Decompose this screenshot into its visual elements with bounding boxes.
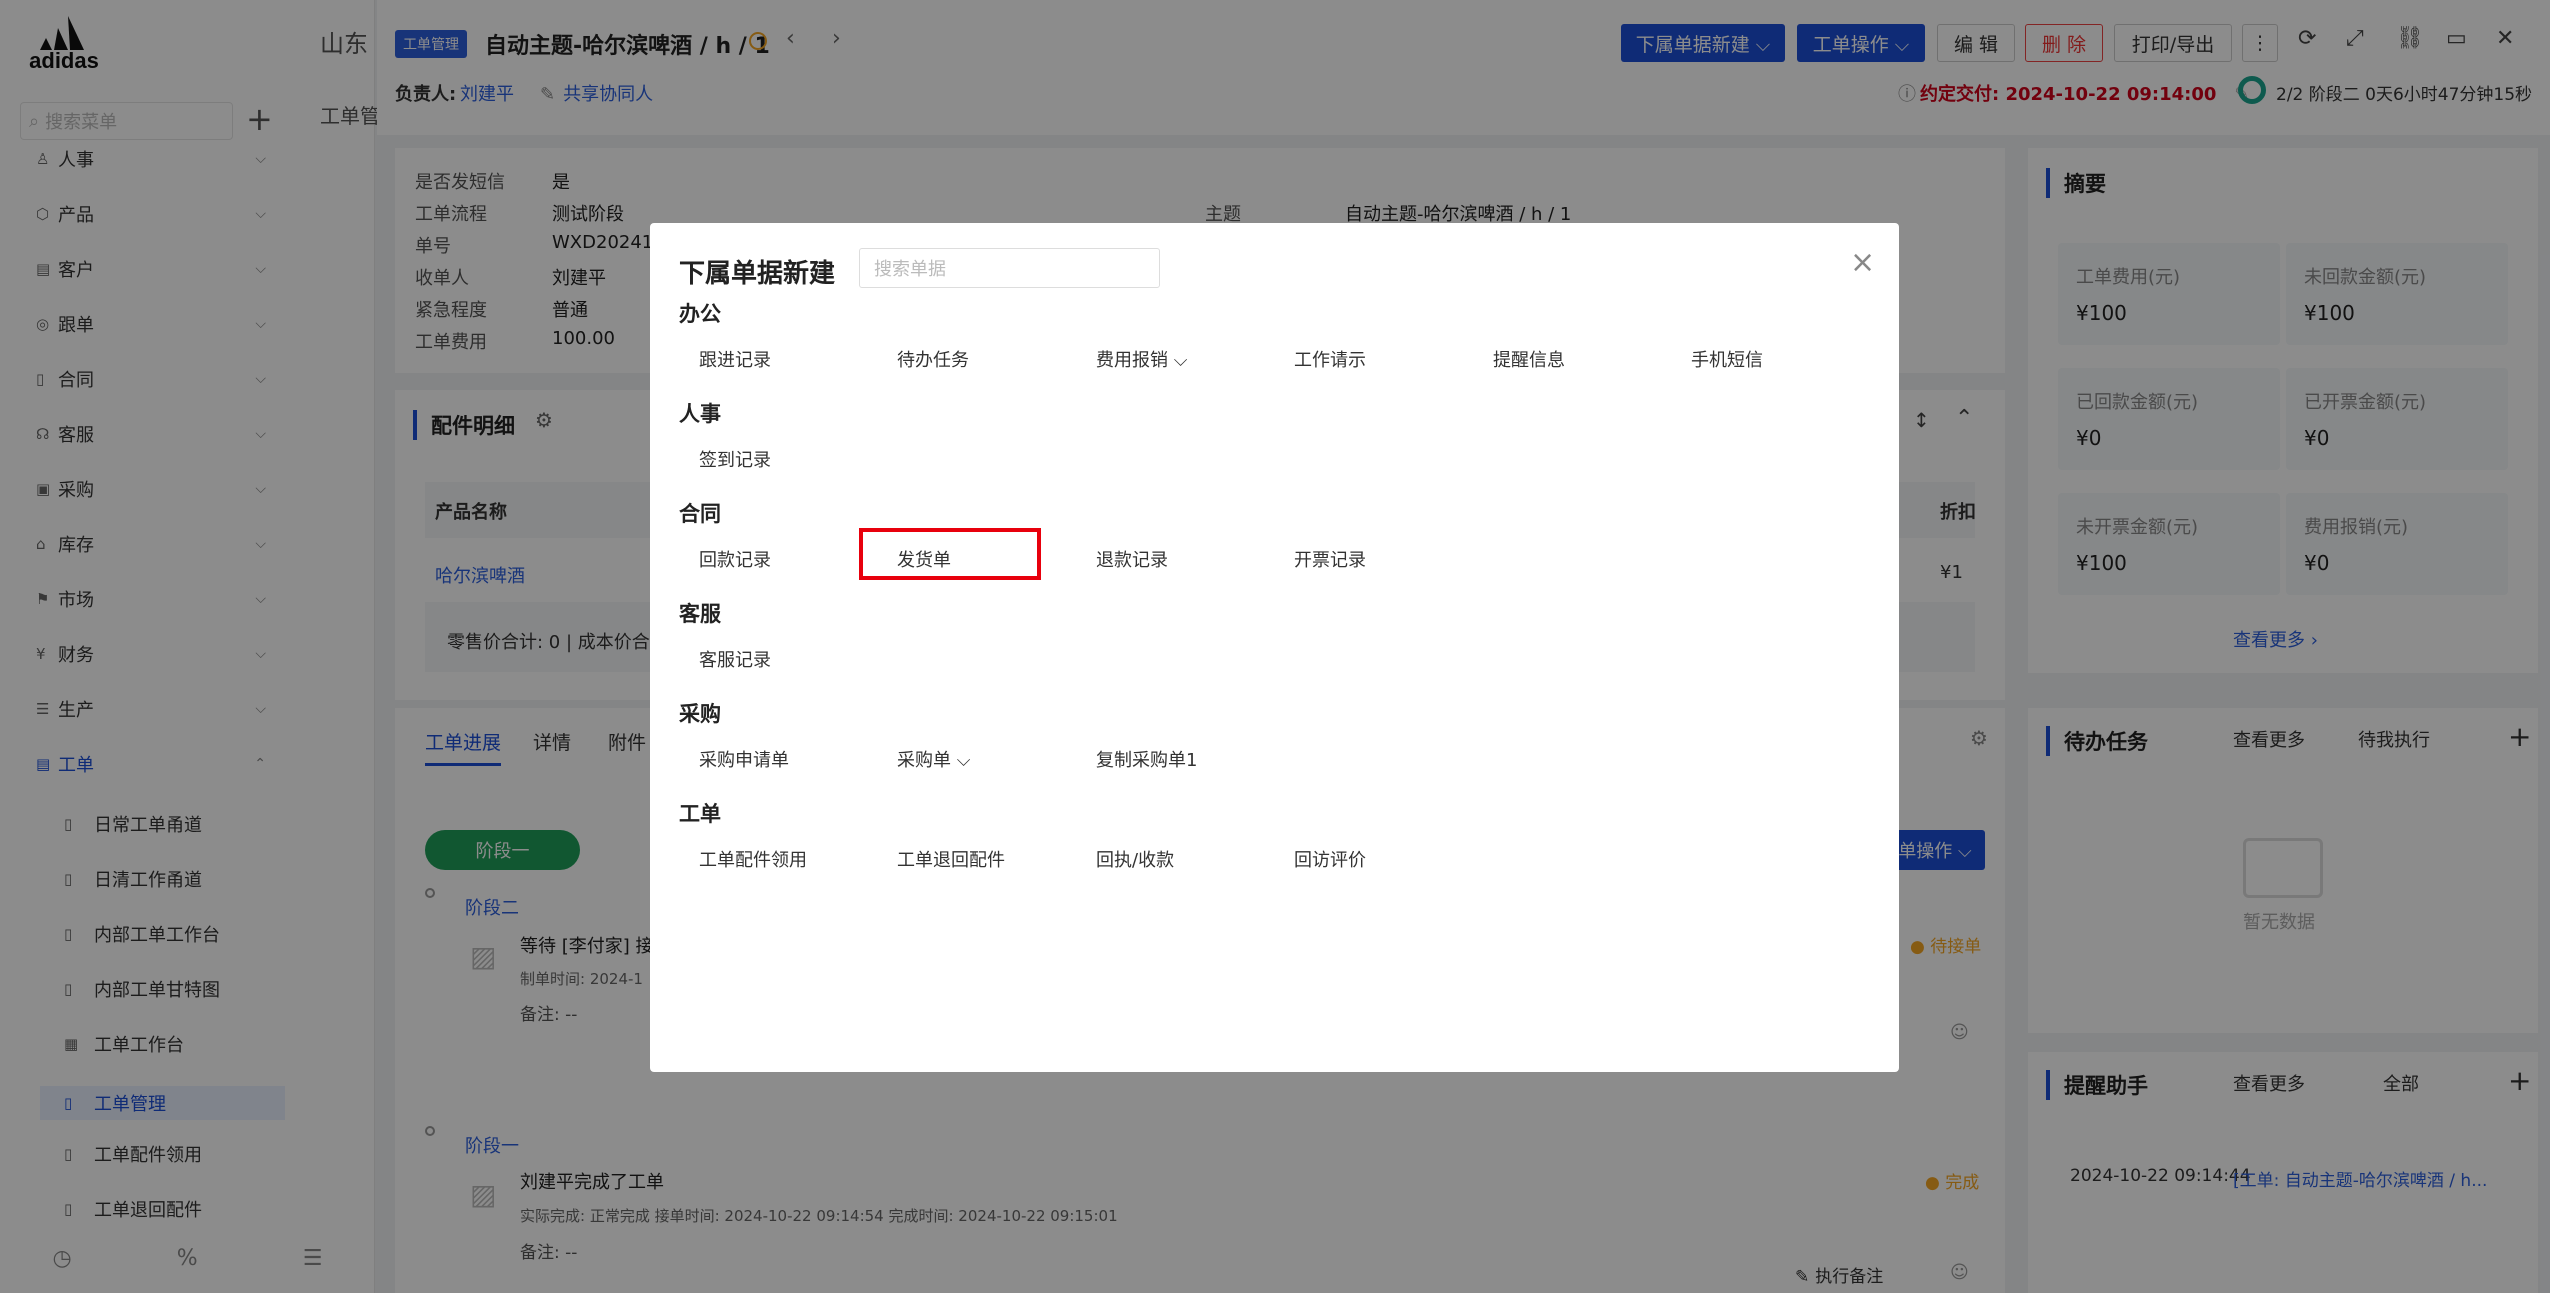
menu-item-invoice-record[interactable]: 开票记录 — [1294, 546, 1366, 572]
menu-item-work-request[interactable]: 工作请示 — [1294, 346, 1366, 372]
menu-item-expense[interactable]: 费用报销 ⌵ — [1096, 346, 1187, 372]
menu-item-receipt[interactable]: 回执/收款 — [1096, 846, 1174, 872]
menu-item-refund-record[interactable]: 退款记录 — [1096, 546, 1168, 572]
menu-item-sms[interactable]: 手机短信 — [1691, 346, 1763, 372]
group-ticket: 工单 — [679, 802, 721, 826]
menu-item-payment-record[interactable]: 回款记录 — [699, 546, 771, 572]
menu-item-checkin[interactable]: 签到记录 — [699, 446, 771, 472]
group-office: 办公 — [679, 302, 721, 326]
document-search-input[interactable]: 搜索单据 — [859, 248, 1160, 288]
dialog-title: 下属单据新建 — [679, 259, 836, 289]
menu-item-return-visit[interactable]: 回访评价 — [1294, 846, 1366, 872]
highlight-box — [859, 528, 1041, 580]
sub-document-new-dialog: 下属单据新建 搜索单据 × 办公 跟进记录 待办任务 费用报销 ⌵ 工作请示 提… — [650, 223, 1899, 1072]
menu-item-parts-return[interactable]: 工单退回配件 — [897, 846, 1005, 872]
group-hr: 人事 — [679, 402, 721, 426]
close-icon[interactable]: × — [1850, 245, 1875, 280]
menu-item-follow-record[interactable]: 跟进记录 — [699, 346, 771, 372]
menu-item-purchase-order[interactable]: 采购单 ⌵ — [897, 746, 970, 772]
menu-item-service-record[interactable]: 客服记录 — [699, 646, 771, 672]
group-service: 客服 — [679, 602, 721, 626]
menu-item-reminder[interactable]: 提醒信息 — [1493, 346, 1565, 372]
group-contract: 合同 — [679, 502, 721, 526]
menu-item-copy-purchase-order[interactable]: 复制采购单1 — [1096, 746, 1197, 772]
menu-item-purchase-request[interactable]: 采购申请单 — [699, 746, 789, 772]
menu-item-parts-requisition[interactable]: 工单配件领用 — [699, 846, 807, 872]
group-purchase: 采购 — [679, 702, 721, 726]
menu-item-todo-task[interactable]: 待办任务 — [897, 346, 969, 372]
